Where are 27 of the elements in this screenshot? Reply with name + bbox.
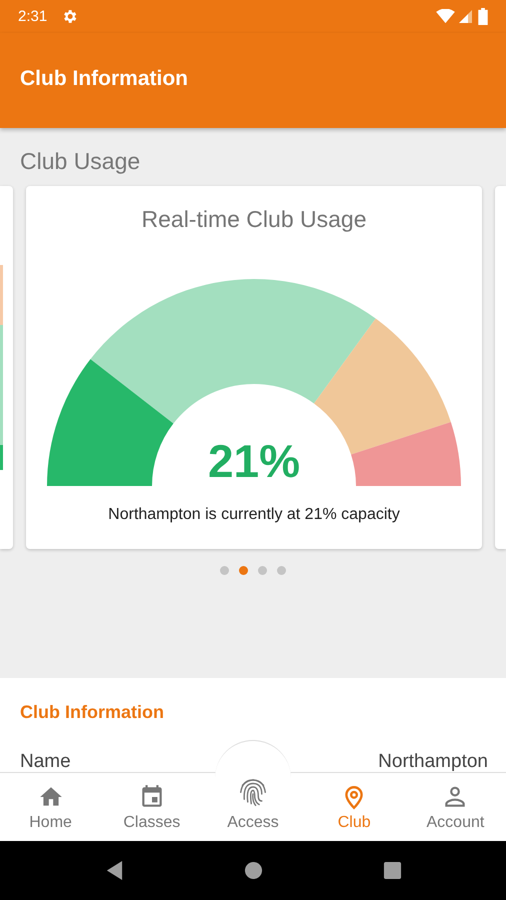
usage-caption: Northampton is currently at 21% capacity (108, 506, 400, 524)
nav-tab[interactable]: Home (0, 773, 102, 841)
card-title: Real-time Club Usage (142, 206, 366, 234)
info-value: Northampton (378, 751, 488, 772)
page-dot[interactable] (239, 566, 248, 575)
adjacent-card[interactable] (0, 186, 13, 549)
page-dot[interactable] (220, 566, 229, 575)
info-label: Name (20, 751, 71, 772)
battery-icon (478, 8, 488, 25)
nav-tab[interactable]: Classes (101, 773, 202, 841)
back-icon[interactable] (104, 861, 124, 880)
page-dot[interactable] (277, 566, 286, 575)
signal-icon (459, 10, 472, 23)
nav-tab[interactable]: Account (404, 773, 506, 841)
page-dot[interactable] (258, 566, 267, 575)
status-time: 2:31 (18, 8, 48, 25)
nav-tab[interactable]: Club (304, 773, 405, 841)
app-title: Club Information (20, 66, 188, 90)
home-circle-icon[interactable] (244, 861, 262, 880)
usage-percent: 21% (208, 434, 300, 488)
adjacent-card[interactable] (495, 186, 506, 549)
nav-tab[interactable]: Access (202, 773, 304, 841)
section-title: Club Usage (19, 147, 142, 176)
wifi-icon (436, 9, 455, 24)
recents-icon[interactable] (382, 861, 402, 880)
gear-icon (61, 8, 78, 25)
section-title: Club Information (20, 702, 165, 723)
